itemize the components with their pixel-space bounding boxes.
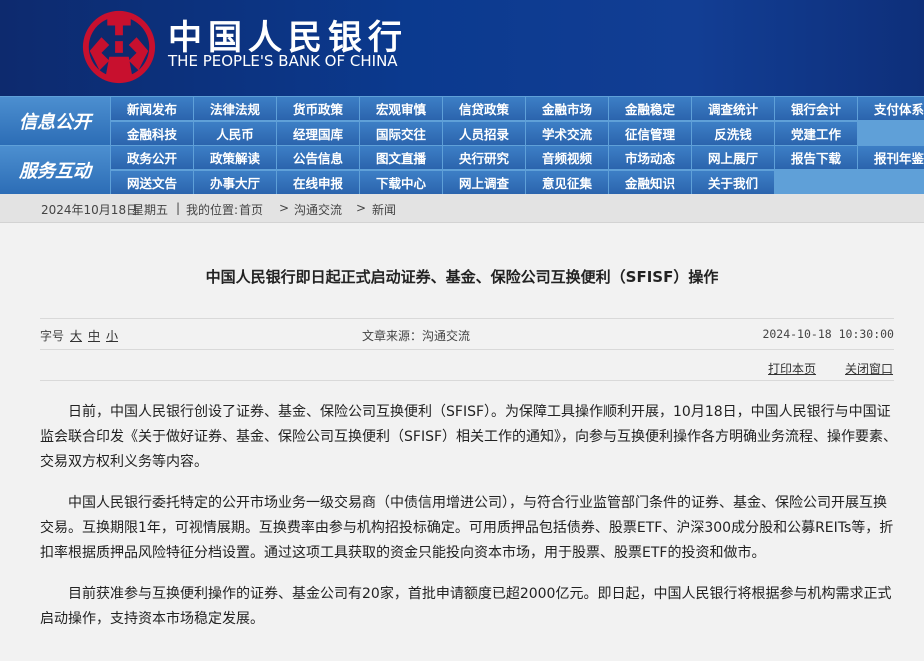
service-nav-item[interactable]: 报刊年鉴: [858, 146, 924, 169]
service-nav-item[interactable]: 网送文告: [111, 171, 193, 194]
service-nav-item[interactable]: 政务公开: [111, 146, 193, 169]
service-nav-item[interactable]: 报告下载: [775, 146, 857, 169]
service-nav-item[interactable]: 图文直播: [360, 146, 442, 169]
breadcrumb-home-link[interactable]: 首页: [239, 201, 263, 218]
breadcrumb-section-link[interactable]: 沟通交流: [294, 201, 342, 218]
breadcrumb-arrow-icon: >: [279, 201, 290, 215]
info-nav-item[interactable]: 党建工作: [775, 122, 857, 145]
service-nav-item[interactable]: 公告信息: [277, 146, 359, 169]
info-nav-item[interactable]: 金融市场: [526, 97, 608, 120]
breadcrumb-weekday: 星期五: [132, 203, 169, 217]
info-nav-item[interactable]: 银行会计: [775, 97, 857, 120]
info-nav-item[interactable]: 信贷政策: [443, 97, 525, 120]
content-divider: [40, 380, 894, 381]
font-size-small-link[interactable]: 小: [106, 327, 118, 344]
site-header: 中国人民银行 THE PEOPLE'S BANK OF CHINA: [0, 0, 924, 96]
info-nav-item[interactable]: 金融科技: [111, 122, 193, 145]
breadcrumb-location-label: 我的位置:: [186, 203, 239, 217]
service-nav-item[interactable]: 音频视频: [526, 146, 608, 169]
info-nav-item[interactable]: 宏观审慎: [360, 97, 442, 120]
article-paragraph: 中国人民银行委托特定的公开市场业务一级交易商（中债信用增进公司），与符合行业监管…: [40, 495, 894, 561]
service-nav-item[interactable]: 金融知识: [609, 171, 691, 194]
service-nav-item[interactable]: 下载中心: [360, 171, 442, 194]
service-nav-item[interactable]: 意见征集: [526, 171, 608, 194]
service-nav-item[interactable]: 关于我们: [692, 171, 774, 194]
breadcrumb-arrow-icon: >: [356, 201, 367, 215]
service-interaction-label: 服务互动: [0, 146, 110, 194]
service-nav-item[interactable]: 在线申报: [277, 171, 359, 194]
font-size-medium-link[interactable]: 中: [88, 327, 100, 344]
info-nav-item[interactable]: 征信管理: [609, 122, 691, 145]
breadcrumb-separator: |: [176, 201, 181, 215]
font-size-label: 字号: [40, 329, 65, 343]
service-nav-item[interactable]: 政策解读: [194, 146, 276, 169]
info-nav-item[interactable]: 支付体系: [858, 97, 924, 120]
service-nav-item[interactable]: 网上调查: [443, 171, 525, 194]
article-title: 中国人民银行即日起正式启动证券、基金、保险公司互换便利（SFISF）操作: [205, 268, 719, 286]
service-nav-item[interactable]: 市场动态: [609, 146, 691, 169]
article-meta-bar: 字号 大 中 小 文章来源：沟通交流 2024-10-18 10:30:00: [40, 318, 894, 350]
article-source: 文章来源：沟通交流: [362, 329, 471, 343]
info-nav-item[interactable]: 新闻发布: [111, 97, 193, 120]
info-nav-item[interactable]: 法律法规: [194, 97, 276, 120]
article-datetime: 2024-10-18 10:30:00: [762, 327, 894, 341]
pboc-logo-icon[interactable]: [80, 8, 158, 86]
article-paragraph: 日前，中国人民银行创设了证券、基金、保险公司互换便利（SFISF）。为保障工具操…: [40, 404, 898, 470]
service-nav-item[interactable]: 央行研究: [443, 146, 525, 169]
info-nav-item[interactable]: 反洗钱: [692, 122, 774, 145]
service-nav-item[interactable]: 办事大厅: [194, 171, 276, 194]
info-nav-item[interactable]: 经理国库: [277, 122, 359, 145]
font-size-large-link[interactable]: 大: [70, 327, 82, 344]
print-page-link[interactable]: 打印本页: [768, 360, 816, 377]
info-nav-item[interactable]: 学术交流: [526, 122, 608, 145]
breadcrumb-current: 新闻: [372, 203, 397, 217]
info-nav-item[interactable]: 人民币: [194, 122, 276, 145]
close-window-link[interactable]: 关闭窗口: [845, 360, 893, 377]
info-nav-item[interactable]: 货币政策: [277, 97, 359, 120]
info-nav-item[interactable]: 人员招录: [443, 122, 525, 145]
article-paragraph: 目前获准参与互换便利操作的证券、基金公司有20家，首批申请额度已超2000亿元。…: [40, 586, 892, 627]
bank-name-en: THE PEOPLE'S BANK OF CHINA: [168, 52, 398, 70]
info-disclosure-label: 信息公开: [0, 97, 110, 145]
breadcrumb: 2024年10月18日 星期五 | 我的位置: 首页 > 沟通交流 > 新闻: [0, 194, 924, 223]
main-navigation: 信息公开 服务互动 新闻发布 法律法规 货币政策 宏观审慎 信贷政策 金融市场 金融稳定 调查…: [0, 96, 924, 194]
info-nav-item[interactable]: 国际交往: [360, 122, 442, 145]
info-nav-item[interactable]: 金融稳定: [609, 97, 691, 120]
service-nav-item[interactable]: 网上展厅: [692, 146, 774, 169]
info-nav-item[interactable]: 调查统计: [692, 97, 774, 120]
breadcrumb-date: 2024年10月18日: [41, 203, 139, 217]
